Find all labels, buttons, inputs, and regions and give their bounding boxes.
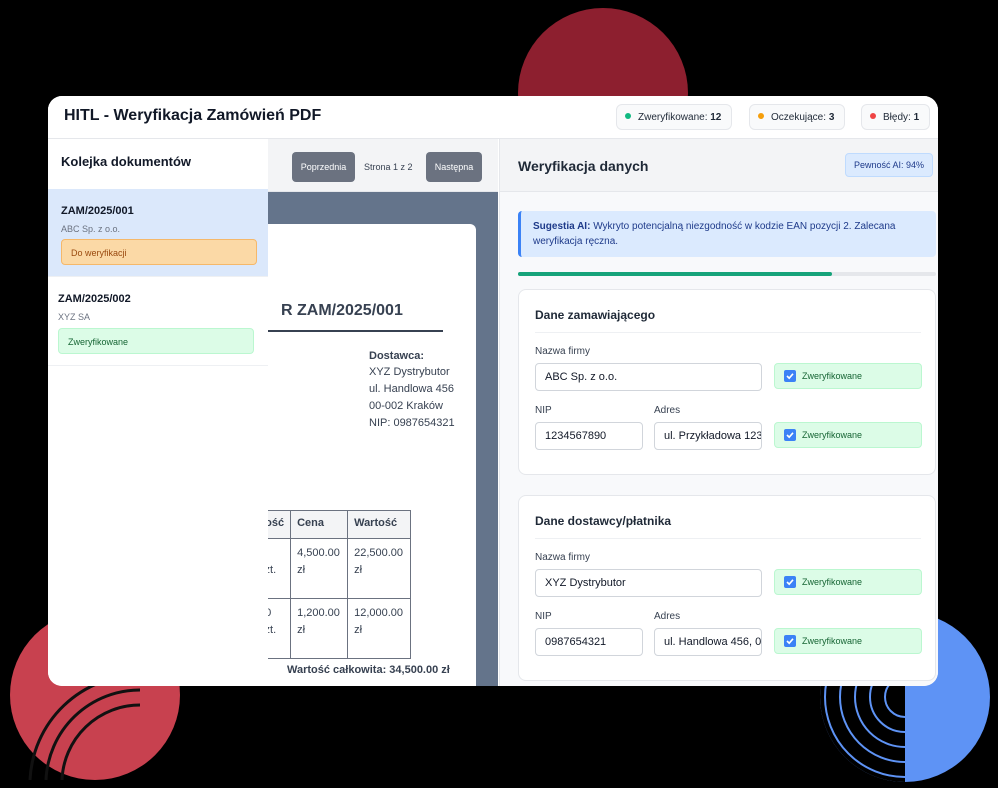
stat-verified: Zweryfikowane: 12 [616, 104, 733, 130]
card-divider [535, 538, 921, 539]
ai-suggestion-box: Sugestia AI: Wykryto potencjalną niezgod… [518, 211, 936, 257]
title-divider [268, 330, 443, 332]
sidebar-title: Kolejka dokumentów [61, 154, 192, 169]
verification-progress-bar [518, 272, 936, 276]
table-header-row: Ilość Cena Wartość [268, 510, 412, 539]
supplier-data-card: Dane dostawcy/płatnika Nazwa firmy XYZ D… [518, 495, 936, 681]
address-field[interactable]: ul. Przykładowa 123 [654, 422, 762, 450]
table-row: 10 szt. 1,200.00 zł 12,000.00 zł [268, 598, 412, 659]
previous-page-button[interactable]: Poprzednia [292, 152, 355, 182]
top-bar: HITL - Weryfikacja Zamówień PDF Zweryfik… [48, 96, 938, 139]
verified-label: Zweryfikowane [802, 636, 863, 646]
supplier-label: Dostawca: [369, 350, 425, 362]
queue-item-id: ZAM/2025/001 [61, 205, 134, 217]
nip-label: NIP [535, 405, 552, 416]
order-total: Wartość całkowita: 34,500.00 zł [287, 664, 450, 676]
table-cell: 22,500.00 zł [347, 538, 412, 599]
card-divider [535, 332, 921, 333]
verified-label: Zweryfikowane [802, 430, 863, 440]
company-name-label: Nazwa firmy [535, 552, 591, 563]
table-cell: 12,000.00 zł [347, 598, 412, 659]
verified-label: Zweryfikowane [802, 577, 863, 587]
status-dot-icon [870, 113, 876, 119]
company-name-label: Nazwa firmy [535, 346, 591, 357]
status-dot-icon [625, 113, 631, 119]
card-title: Dane dostawcy/płatnika [535, 514, 672, 528]
table-cell: 1,200.00 zł [290, 598, 349, 659]
verified-toggle[interactable]: Zweryfikowane [774, 569, 922, 595]
queue-item-id: ZAM/2025/002 [58, 293, 131, 305]
queue-item-zam-2025-001[interactable]: ZAM/2025/001 ABC Sp. z o.o. Do weryfikac… [48, 189, 268, 277]
queue-item-zam-2025-002[interactable]: ZAM/2025/002 XYZ SA Zweryfikowane [48, 278, 268, 366]
app-window: HITL - Weryfikacja Zamówień PDF Zweryfik… [48, 96, 938, 686]
verification-panel: Weryfikacja danych Pewność AI: 94% Suges… [499, 139, 938, 686]
supplier-line: NIP: 0987654321 [369, 417, 455, 429]
verified-label: Zweryfikowane [802, 371, 863, 381]
supplier-line: 00-002 Kraków [369, 400, 443, 412]
app-title: HITL - Weryfikacja Zamówień PDF [64, 107, 322, 124]
checkbox-checked-icon [784, 635, 796, 647]
table-cell: 5 szt. [268, 538, 292, 599]
company-name-field[interactable]: XYZ Dystrybutor [535, 569, 762, 597]
document-title: R ZAM/2025/001 [281, 302, 403, 319]
address-label: Adres [654, 405, 681, 416]
status-badge: Do weryfikacji [61, 239, 257, 265]
checkbox-checked-icon [784, 576, 796, 588]
verified-toggle[interactable]: Zweryfikowane [774, 363, 922, 389]
company-name-field[interactable]: ABC Sp. z o.o. [535, 363, 762, 391]
stat-errors: Błędy: 1 [861, 104, 931, 130]
status-dot-icon [758, 113, 764, 119]
table-cell: 10 szt. [268, 598, 292, 659]
verified-toggle[interactable]: Zweryfikowane [774, 628, 922, 654]
stat-pending: Oczekujące: 3 [749, 104, 846, 130]
address-field[interactable]: ul. Handlowa 456, 00-002 Kraków [654, 628, 762, 656]
nip-field[interactable]: 1234567890 [535, 422, 643, 450]
table-row: ell 5 szt. 4,500.00 zł 22,500.00 zł [268, 538, 412, 599]
document-queue-sidebar: Kolejka dokumentów ZAM/2025/001 ABC Sp. … [48, 139, 269, 686]
checkbox-checked-icon [784, 429, 796, 441]
card-title: Dane zamawiającego [535, 308, 656, 322]
panel-header: Weryfikacja danych Pewność AI: 94% [500, 139, 938, 192]
next-page-button[interactable]: Następna [426, 152, 482, 182]
viewer-toolbar: Poprzednia Strona 1 z 2 Następna [268, 139, 498, 192]
table-cell: 4,500.00 zł [290, 538, 349, 599]
orderer-data-card: Dane zamawiającego Nazwa firmy ABC Sp. z… [518, 289, 936, 475]
pdf-page: R ZAM/2025/001 Dostawca: XYZ Dystrybutor… [268, 224, 476, 686]
panel-title: Weryfikacja danych [518, 158, 649, 174]
status-badge: Zweryfikowane [58, 328, 254, 354]
order-items-table: Ilość Cena Wartość ell 5 szt. 4,500.00 z… [268, 510, 412, 659]
checkbox-checked-icon [784, 370, 796, 382]
supplier-line: ul. Handlowa 456 [369, 383, 455, 395]
column-header: Wartość [347, 510, 412, 539]
progress-fill [518, 272, 832, 276]
column-header: Ilość [268, 510, 292, 539]
verified-toggle[interactable]: Zweryfikowane [774, 422, 922, 448]
supplier-line: XYZ Dystrybutor [369, 366, 450, 378]
address-label: Adres [654, 611, 681, 622]
column-header: Cena [290, 510, 349, 539]
nip-label: NIP [535, 611, 552, 622]
page-indicator: Strona 1 z 2 [364, 162, 413, 172]
ai-suggestion-label: Sugestia AI: [533, 221, 591, 232]
ai-confidence-badge: Pewność AI: 94% [845, 153, 934, 177]
pdf-viewer: Poprzednia Strona 1 z 2 Następna R ZAM/2… [268, 139, 498, 686]
queue-item-company: XYZ SA [58, 312, 91, 322]
queue-item-company: ABC Sp. z o.o. [61, 224, 121, 234]
nip-field[interactable]: 0987654321 [535, 628, 643, 656]
